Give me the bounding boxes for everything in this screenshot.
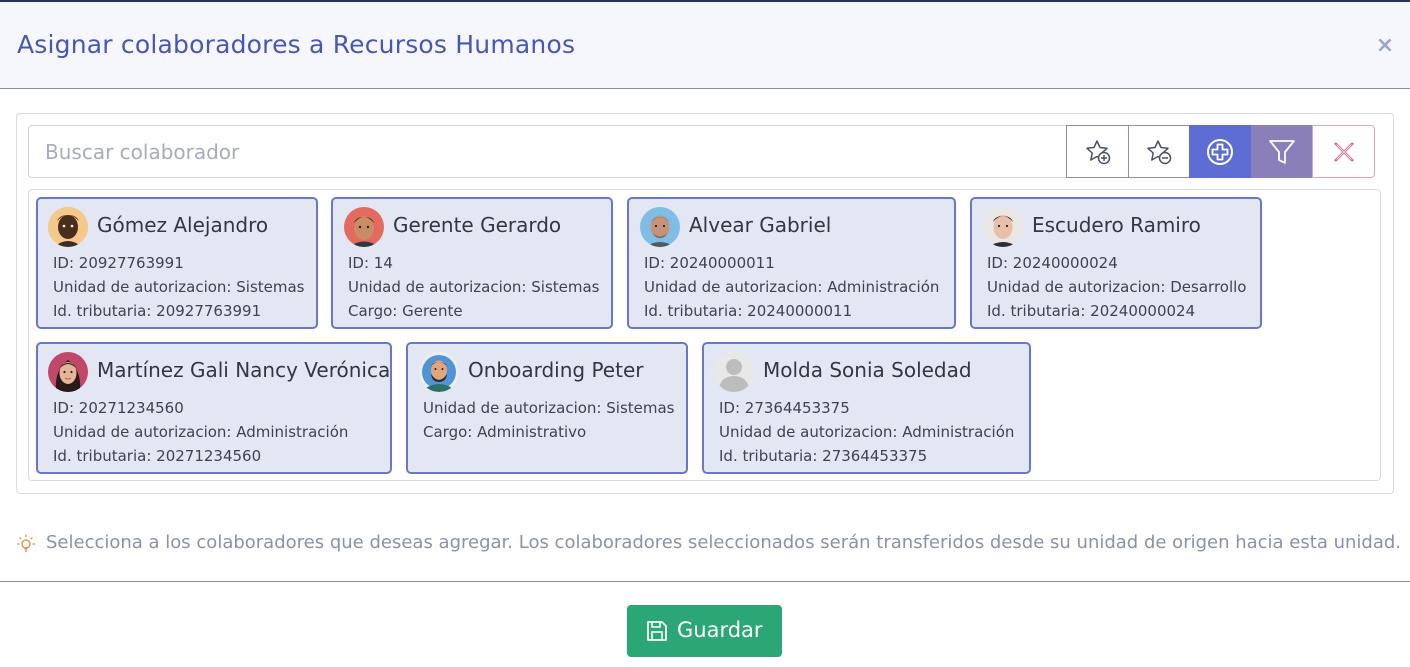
clear-icon bbox=[1333, 141, 1354, 162]
avatar bbox=[48, 352, 88, 392]
collaborator-unit: Unidad de autorizacion: Administración bbox=[53, 423, 349, 441]
collaborator-name: Escudero Ramiro bbox=[1032, 213, 1201, 237]
collaborator-id: ID: 20240000011 bbox=[644, 254, 775, 272]
collaborator-unit: Unidad de autorizacion: Administración bbox=[719, 423, 1015, 441]
collaborator-tax-id: Id. tributaria: 20240000024 bbox=[987, 302, 1196, 320]
collaborator-id: ID: 20271234560 bbox=[53, 399, 184, 417]
collaborator-name: Gerente Gerardo bbox=[393, 213, 562, 237]
collaborator-unit: Unidad de autorizacion: Sistemas bbox=[423, 399, 675, 417]
collaborator-card[interactable]: Alvear Gabriel ID: 20240000011 Unidad de… bbox=[627, 197, 956, 329]
add-circle-icon bbox=[1207, 138, 1233, 165]
avatar bbox=[714, 352, 754, 392]
remove-favorite-icon bbox=[1147, 139, 1172, 164]
collaborator-name: Alvear Gabriel bbox=[689, 213, 832, 237]
clear-button[interactable] bbox=[1312, 125, 1375, 178]
collaborator-tax-id: Id. tributaria: 20927763991 bbox=[53, 302, 262, 320]
hint-text: Selecciona a los colaboradores que desea… bbox=[46, 532, 1401, 553]
avatar bbox=[344, 207, 384, 247]
save-icon bbox=[647, 621, 667, 641]
collaborator-card[interactable]: Onboarding Peter Unidad de autorizacion:… bbox=[406, 342, 688, 474]
remove-favorite-button[interactable] bbox=[1128, 125, 1190, 178]
collaborator-card[interactable]: Molda Sonia Soledad ID: 27364453375 Unid… bbox=[702, 342, 1031, 474]
collaborator-name: Gómez Alejandro bbox=[97, 213, 269, 237]
avatar bbox=[983, 207, 1023, 247]
collaborator-unit: Unidad de autorizacion: Sistemas bbox=[53, 278, 305, 296]
search-input[interactable] bbox=[29, 126, 1065, 177]
collaborator-role: Cargo: Administrativo bbox=[423, 423, 587, 441]
collaborator-role: Cargo: Gerente bbox=[348, 302, 463, 320]
collaborator-unit: Unidad de autorizacion: Sistemas bbox=[348, 278, 600, 296]
collaborator-card[interactable]: Gerente Gerardo ID: 14 Unidad de autoriz… bbox=[331, 197, 613, 329]
collaborator-card[interactable]: Gómez Alejandro ID: 20927763991 Unidad d… bbox=[36, 197, 318, 329]
avatar bbox=[419, 352, 459, 392]
collaborator-id: ID: 20240000024 bbox=[987, 254, 1118, 272]
collaborator-id: ID: 20927763991 bbox=[53, 254, 184, 272]
collaborator-name: Onboarding Peter bbox=[468, 358, 644, 382]
avatar bbox=[48, 207, 88, 247]
modal-header: Asignar colaboradores a Recursos Humanos… bbox=[0, 2, 1410, 89]
collaborator-unit: Unidad de autorizacion: Administración bbox=[644, 278, 940, 296]
collaborator-unit: Unidad de autorizacion: Desarrollo bbox=[987, 278, 1247, 296]
save-label: Guardar bbox=[677, 618, 763, 642]
add-favorite-icon bbox=[1085, 139, 1110, 164]
collaborator-card[interactable]: Martínez Gali Nancy Verónica ID: 2027123… bbox=[36, 342, 392, 474]
close-button[interactable]: × bbox=[1374, 35, 1396, 57]
collaborator-id: ID: 27364453375 bbox=[719, 399, 850, 417]
filter-icon bbox=[1269, 139, 1295, 164]
avatar bbox=[640, 207, 680, 247]
collaborator-tax-id: Id. tributaria: 20271234560 bbox=[53, 447, 262, 465]
modal-title: Asignar colaboradores a Recursos Humanos bbox=[17, 30, 576, 59]
add-favorite-button[interactable] bbox=[1066, 125, 1128, 178]
collaborator-name: Martínez Gali Nancy Verónica bbox=[97, 358, 391, 382]
collaborator-card[interactable]: Escudero Ramiro ID: 20240000024 Unidad d… bbox=[970, 197, 1262, 329]
lightbulb-icon bbox=[17, 534, 35, 552]
filter-button[interactable] bbox=[1251, 125, 1313, 178]
collaborator-id: ID: 14 bbox=[348, 254, 393, 272]
save-button[interactable]: Guardar bbox=[627, 605, 782, 657]
footer-divider bbox=[0, 581, 1410, 582]
collaborator-name: Molda Sonia Soledad bbox=[763, 358, 972, 382]
add-button[interactable] bbox=[1189, 125, 1251, 178]
collaborator-tax-id: Id. tributaria: 27364453375 bbox=[719, 447, 928, 465]
search-bar bbox=[28, 125, 1375, 178]
collaborator-tax-id: Id. tributaria: 20240000011 bbox=[644, 302, 853, 320]
